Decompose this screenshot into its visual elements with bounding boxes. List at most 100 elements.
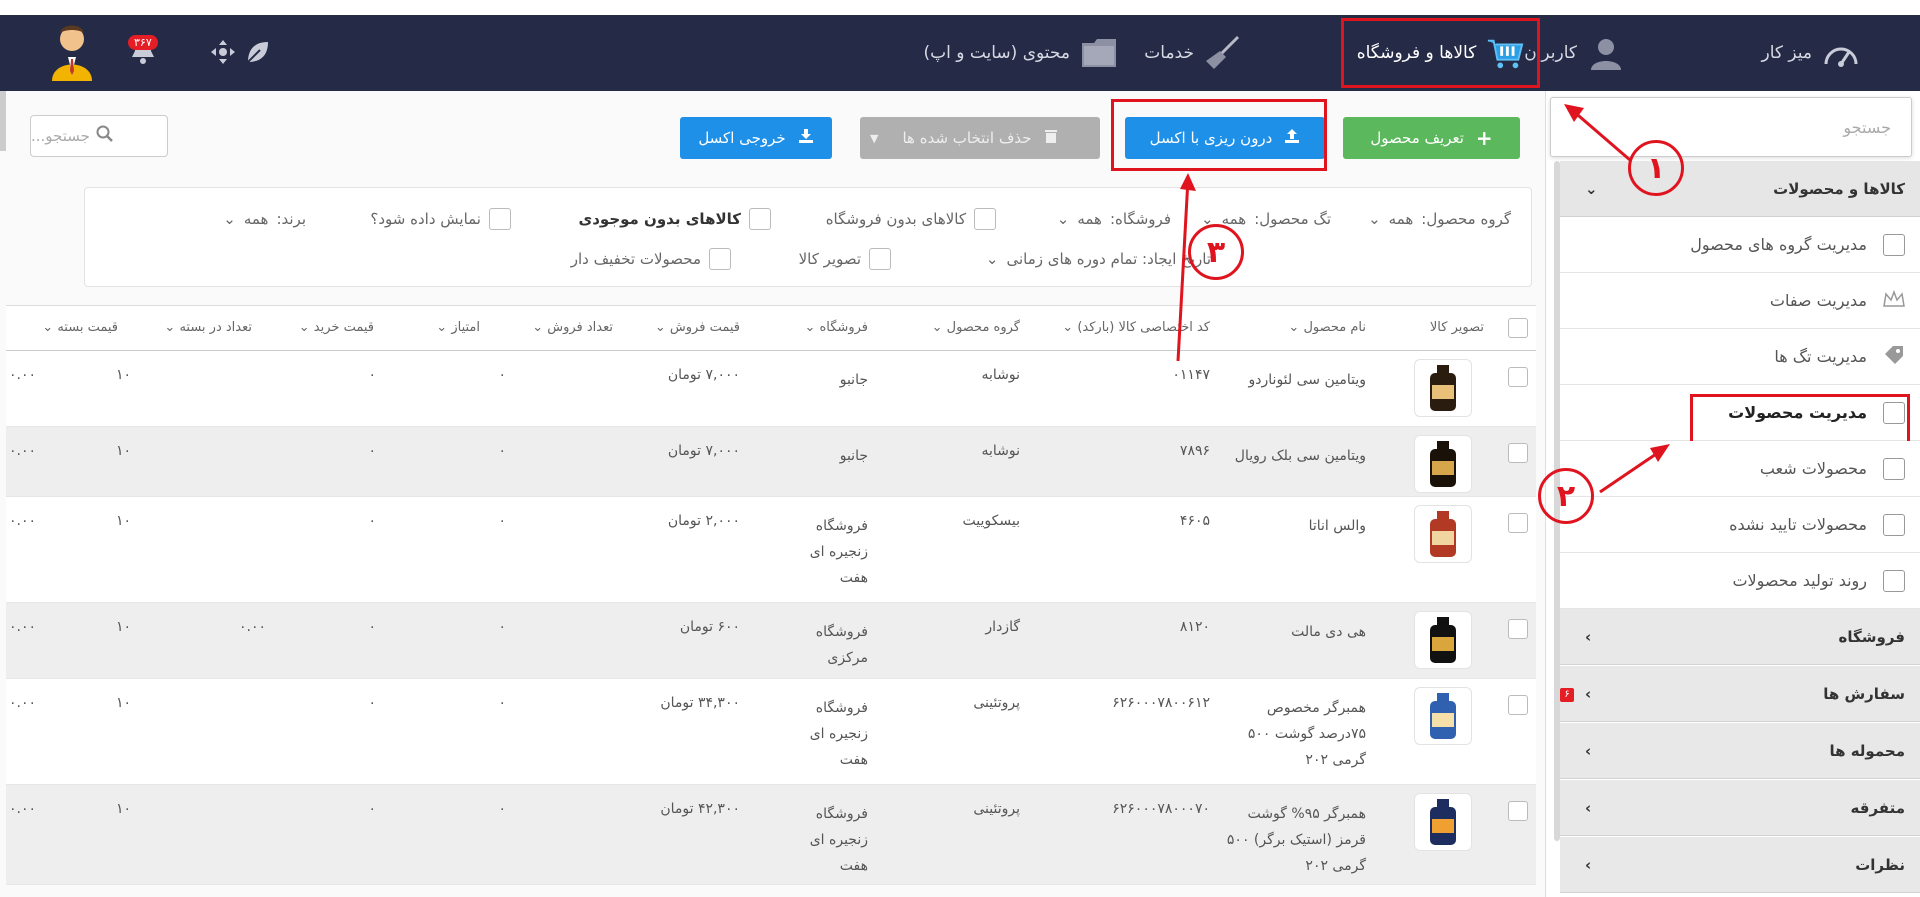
nav-products-store[interactable]: کالاها و فروشگاه: [1338, 15, 1543, 91]
filter-label: کالاهای بدون موجودی: [578, 210, 741, 228]
main-content: + تعریف محصول درون ریزی با اکسل حذف انتخ…: [0, 91, 1545, 897]
nav-content[interactable]: محتوی (سایت و اپ): [923, 15, 1118, 91]
orders-badge: ۶: [1560, 688, 1574, 702]
nav-dashboard[interactable]: میز کار: [1761, 15, 1860, 91]
chevron-down-icon: ⌄: [223, 210, 236, 228]
sidebar-item-unapproved-products[interactable]: محصولات تایید نشده: [1560, 497, 1920, 553]
export-excel-button[interactable]: خروجی اکسل: [680, 117, 832, 159]
filter-label: برند:: [276, 210, 306, 228]
col-store-label: فروشگاه: [819, 320, 868, 335]
select-all-checkbox[interactable]: [1508, 318, 1528, 338]
chevron-down-icon: ⌄: [1585, 179, 1598, 198]
sidebar-item-attributes[interactable]: مدیریت صفات: [1560, 273, 1920, 329]
row-checkbox[interactable]: [1508, 801, 1528, 821]
leaf-icon[interactable]: [245, 39, 271, 71]
filter-store[interactable]: فروشگاه: همه ⌄: [1057, 210, 1171, 228]
filter-product-image-checkbox[interactable]: تصویر کالا: [799, 248, 891, 270]
filter-label: فروشگاه:: [1109, 210, 1171, 228]
filter-brand[interactable]: برند: همه ⌄: [223, 210, 306, 228]
col-pack-price-label: قیمت بسته: [57, 320, 118, 335]
sidebar-group-shipments[interactable]: محموله ها ›: [1560, 723, 1920, 779]
cell-pack-price: ۰.۰۰: [8, 367, 36, 383]
filter-show-checkbox[interactable]: نمایش داده شود؟: [370, 208, 511, 230]
product-thumbnail: [1414, 793, 1472, 851]
main-scrollbar[interactable]: [0, 91, 6, 151]
sidebar-item-product-groups[interactable]: مدیریت گروه های محصول: [1560, 217, 1920, 273]
col-group[interactable]: گروه محصول ⌄: [932, 320, 1020, 335]
sidebar-group-comments[interactable]: نظرات ›: [1560, 837, 1920, 893]
table-row[interactable]: والس اناتا ۴۶۰۵ بیسکوییت فروشگاه زنجیره ای …: [6, 497, 1536, 603]
col-name[interactable]: نام محصول ⌄: [1288, 320, 1366, 335]
col-buy-price-label: قیمت خرید: [313, 320, 374, 335]
cell-buy-price: ۰.۰۰: [238, 619, 266, 635]
checkbox[interactable]: [709, 248, 731, 270]
col-sales-count[interactable]: تعداد فروش ⌄: [532, 320, 613, 335]
main-search-placeholder: جستجو...: [31, 127, 90, 145]
row-checkbox[interactable]: [1508, 367, 1528, 387]
box-icon: [1883, 457, 1905, 480]
nav-services[interactable]: خدمات: [1144, 15, 1242, 91]
chevron-left-icon: ›: [1585, 627, 1592, 646]
delete-selected-button[interactable]: حذف انتخاب شده ها ▼: [860, 117, 1100, 159]
cell-store: فروشگاه مرکزی: [815, 624, 868, 666]
table-row[interactable]: همبرگر ۹۵% گوشت قرمز (استیک برگر) ۵۰۰ گر…: [6, 785, 1536, 885]
user-icon: [1587, 34, 1625, 72]
col-sale-price[interactable]: قیمت فروش ⌄: [655, 320, 740, 335]
checkbox[interactable]: [869, 248, 891, 270]
dashboard-gauge-icon: [1822, 34, 1860, 72]
crown-icon: [1883, 289, 1905, 312]
move-arrows-icon[interactable]: [210, 39, 236, 71]
sidebar-item-production-flow[interactable]: روند تولید محصولات: [1560, 553, 1920, 609]
table-row[interactable]: هی دی مالت ۸۱۲۰ گازدار فروشگاه مرکزی ۶۰۰ توم…: [6, 603, 1536, 679]
col-pack-price[interactable]: قیمت بسته ⌄: [42, 320, 118, 335]
cell-sales-count: ۰: [498, 513, 506, 529]
col-score[interactable]: امتیاز ⌄: [436, 320, 480, 335]
sidebar-group-misc[interactable]: متفرقه ›: [1560, 780, 1920, 836]
checkbox[interactable]: [489, 208, 511, 230]
cell-barcode: ۴۶۰۵: [1179, 513, 1210, 529]
checkbox[interactable]: [749, 208, 771, 230]
arrow-annotation-three: [1176, 173, 1196, 362]
filter-discounted-checkbox[interactable]: محصولات تخفیف دار: [571, 248, 731, 270]
cell-pack-count: ۱۰: [115, 513, 131, 529]
row-checkbox[interactable]: [1508, 443, 1528, 463]
main-search-input[interactable]: جستجو...: [30, 115, 168, 157]
filter-label: تگ محصول:: [1254, 210, 1331, 228]
cell-product-name: ویتامین سی لئوناردو: [1248, 372, 1366, 388]
col-group-label: گروه محصول: [946, 320, 1020, 335]
cell-sales-count: ۰: [498, 695, 506, 711]
sidebar-item-label: روند تولید محصولات: [1732, 571, 1867, 590]
chevron-down-icon: ⌄: [1056, 210, 1070, 228]
filter-panel: گروه محصول: همه ⌄ تگ محصول: همه ⌄ فروشگا…: [84, 187, 1532, 287]
col-buy-price[interactable]: قیمت خرید ⌄: [299, 320, 374, 335]
cell-pack-price: ۰.۰۰: [8, 619, 36, 635]
table-row[interactable]: همبرگر مخصوص ۷۵درصد گوشت ۵۰۰ گرمی ۲۰۲ ۶۲۶…: [6, 679, 1536, 785]
cell-store: فروشگاه زنجیره ای هفت: [809, 518, 868, 586]
filter-product-group[interactable]: گروه محصول: همه ⌄: [1368, 210, 1511, 228]
table-row[interactable]: ویتامین سی بلک رویال ۷۸۹۶ نوشابه جانبو ۷,۰۰۰…: [6, 427, 1536, 497]
user-avatar[interactable]: [48, 23, 96, 89]
col-store[interactable]: فروشگاه ⌄: [804, 320, 868, 335]
table-row[interactable]: ویتامین سی لئوناردو ۰۱۱۴۷ نوشابه جانبو ۷,۰۰۰…: [6, 351, 1536, 427]
box-icon: [1883, 513, 1905, 536]
filter-label: کالاهای بدون فروشگاه: [825, 210, 966, 228]
sidebar-group-store[interactable]: فروشگاه ›: [1560, 609, 1920, 665]
checkbox[interactable]: [974, 208, 996, 230]
filter-no-stock-checkbox[interactable]: کالاهای بدون موجودی: [578, 208, 771, 230]
filter-label: تصویر کالا: [798, 250, 861, 268]
row-checkbox[interactable]: [1508, 619, 1528, 639]
sidebar-group-orders[interactable]: سفارش ها ›: [1560, 666, 1920, 722]
cell-score: ۰: [368, 801, 376, 817]
define-product-button[interactable]: + تعریف محصول: [1343, 117, 1520, 159]
nav-content-label: محتوی (سایت و اپ): [923, 43, 1070, 63]
product-thumbnail: [1414, 687, 1472, 745]
sidebar-item-tags[interactable]: مدیریت تگ ها: [1560, 329, 1920, 385]
chevron-down-icon: ⌄: [1368, 210, 1381, 228]
col-pack-count[interactable]: تعداد در بسته ⌄: [164, 320, 252, 335]
row-checkbox[interactable]: [1508, 695, 1528, 715]
export-excel-label: خروجی اکسل: [698, 129, 786, 147]
cell-store: جانبو: [839, 448, 868, 464]
filter-no-store-checkbox[interactable]: کالاهای بدون فروشگاه: [826, 208, 996, 230]
folder-icon: [1080, 34, 1118, 72]
row-checkbox[interactable]: [1508, 513, 1528, 533]
